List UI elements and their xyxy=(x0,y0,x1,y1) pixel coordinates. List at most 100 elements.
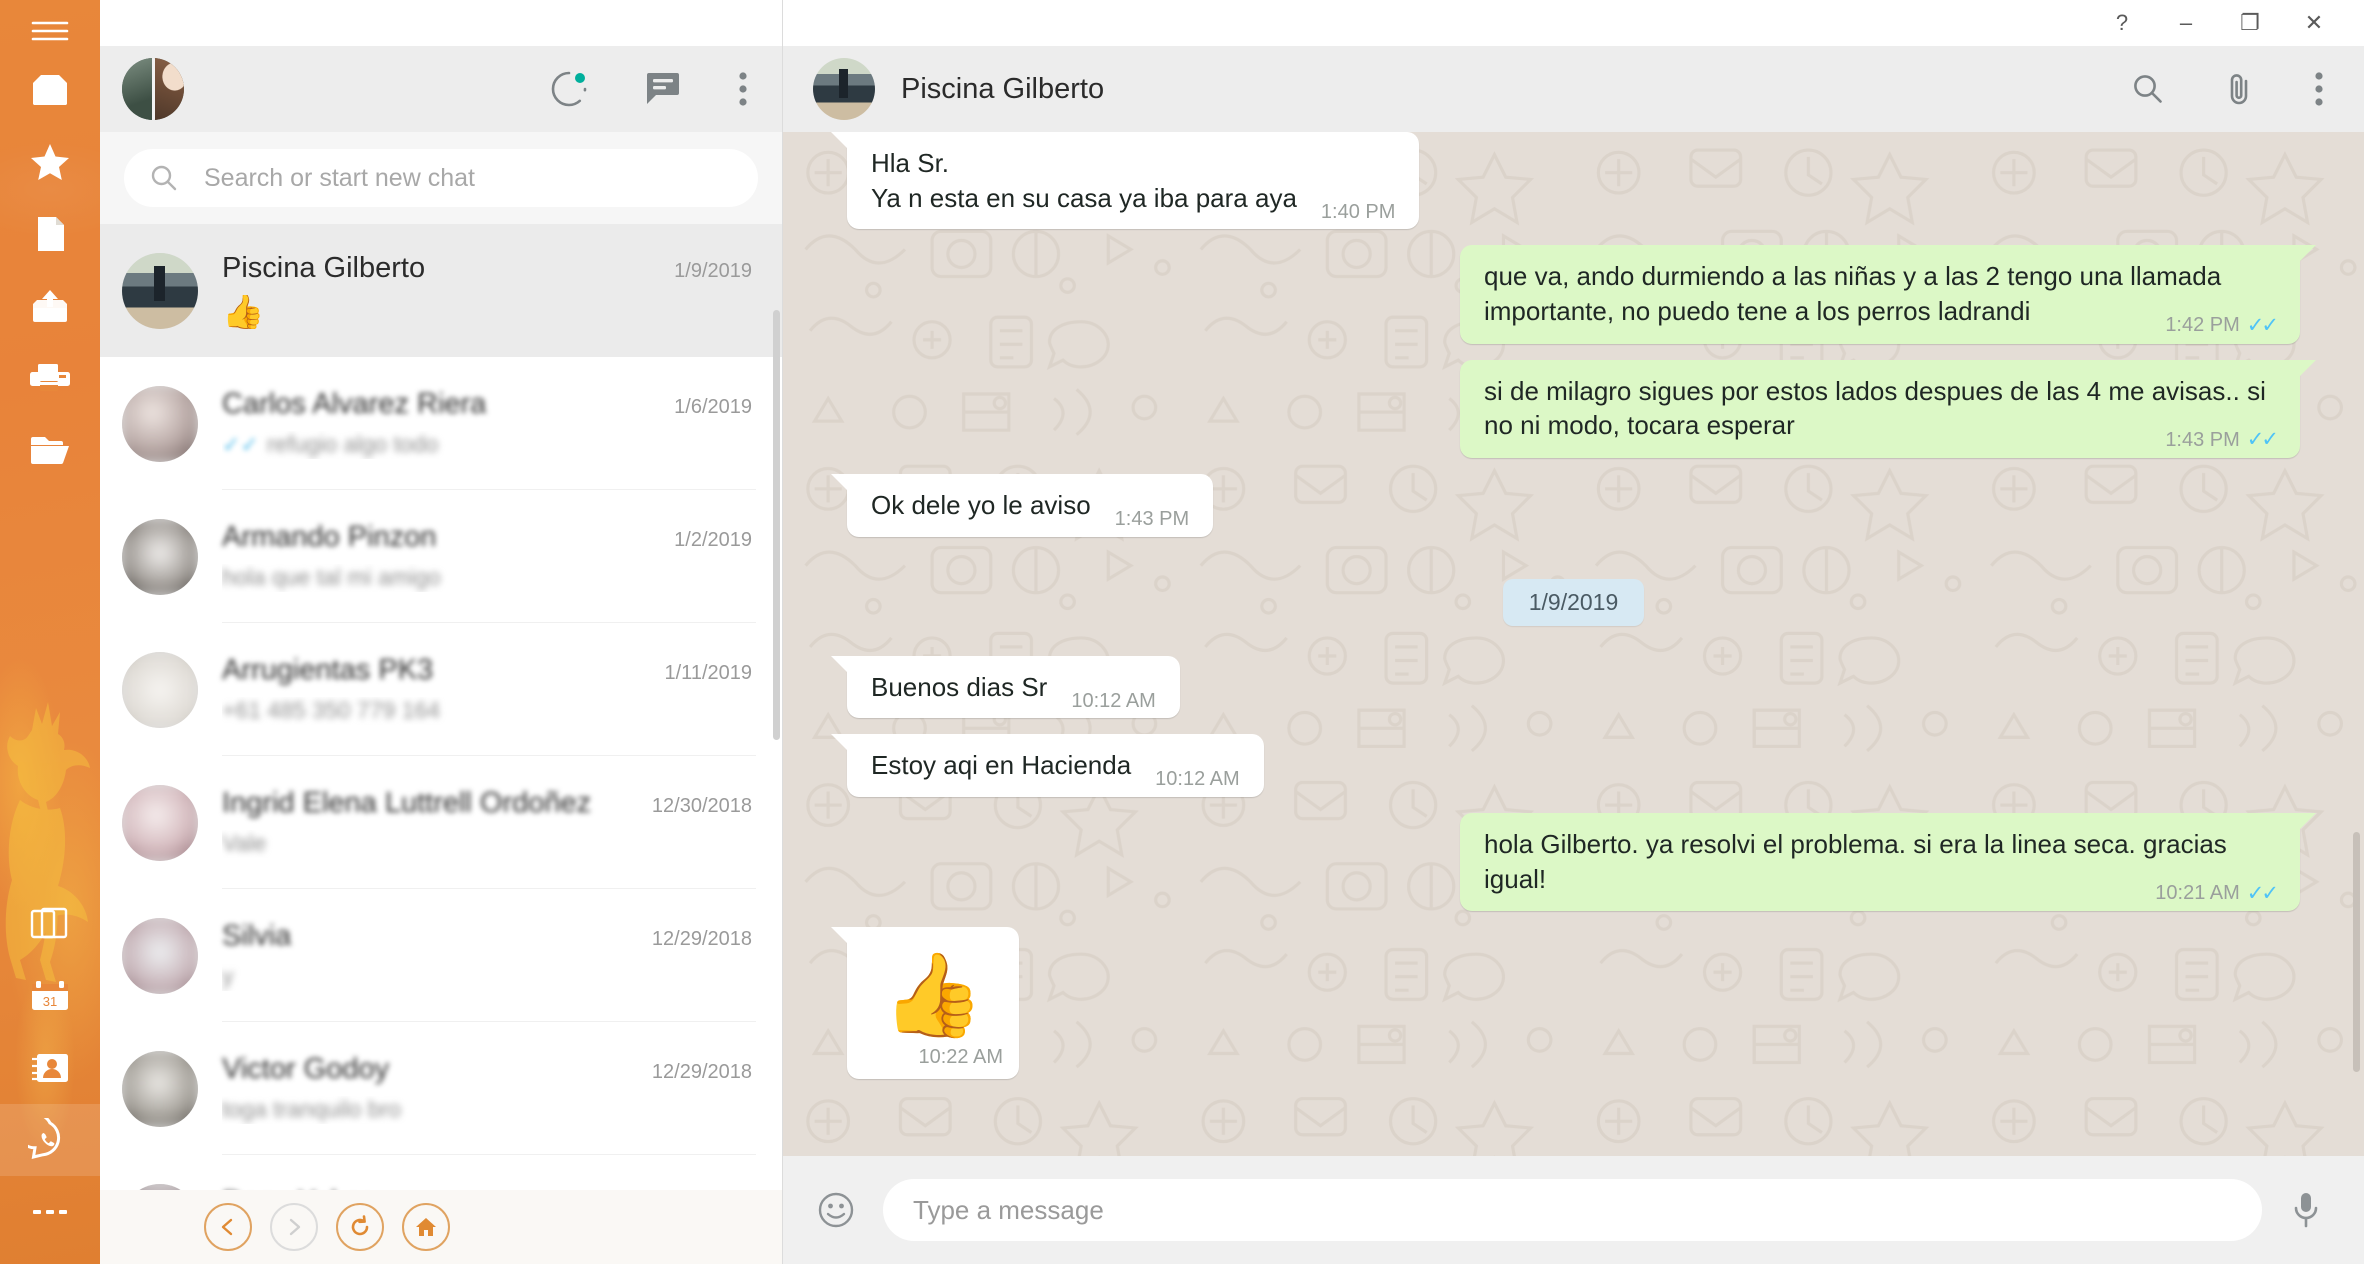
chat-item-meta: Ingrid Elena Luttrell Ordoñez12/30/2018V… xyxy=(222,756,756,889)
chat-item-date: 12/29/2018 xyxy=(638,1061,752,1084)
message-input[interactable] xyxy=(913,1195,2232,1226)
copy-pages-icon[interactable] xyxy=(0,888,100,960)
chat-list-scrollbar[interactable] xyxy=(773,310,780,740)
status-circle-icon[interactable] xyxy=(550,70,588,108)
home-button[interactable] xyxy=(402,1203,450,1251)
message-input-box[interactable] xyxy=(883,1179,2262,1241)
message-row: si de milagro sigues por estos lados des… xyxy=(847,360,2300,459)
conversation-header[interactable]: Piscina Gilberto xyxy=(783,46,2364,132)
folder-icon[interactable] xyxy=(0,414,100,486)
message-text: que va, ando durmiendo a las niñas y a l… xyxy=(1484,261,2221,326)
contact-avatar[interactable] xyxy=(813,58,875,120)
chat-list-item[interactable]: Arrugientas PK31/11/2019+61 485 350 779 … xyxy=(100,623,782,756)
chat-item-preview: toga tranquilo bro xyxy=(222,1096,752,1124)
paperclip-icon[interactable] xyxy=(2224,72,2254,106)
contacts-icon[interactable] xyxy=(0,1032,100,1104)
svg-text:31: 31 xyxy=(43,994,57,1009)
smiley-icon[interactable] xyxy=(817,1191,855,1229)
message-row: que va, ando durmiendo a las niñas y a l… xyxy=(847,245,2300,344)
preview-text: Vale xyxy=(222,830,266,857)
chat-item-meta: Silvia12/29/2018y xyxy=(222,889,756,1022)
search-bar-container xyxy=(100,132,782,224)
chat-list-item[interactable]: Silvia12/29/2018y xyxy=(100,889,782,1022)
message-text: Estoy aqi en Hacienda xyxy=(871,750,1131,780)
chat-item-name: Silvia xyxy=(222,920,291,953)
message-row: Estoy aqi en Hacienda 10:12 AM xyxy=(847,734,2300,797)
chat-item-preview: 👍 xyxy=(222,295,752,329)
message-bubble[interactable]: hola Gilberto. ya resolvi el problema. s… xyxy=(1460,813,2300,912)
refresh-button[interactable] xyxy=(336,1203,384,1251)
chat-list-header xyxy=(100,46,782,132)
chat-item-top-line: Silvia12/29/2018 xyxy=(222,920,752,953)
inbox-icon[interactable] xyxy=(0,54,100,126)
message-bubble[interactable]: Buenos dias Sr10:12 AM xyxy=(847,656,1180,719)
read-receipt-icon: ✓✓ xyxy=(2247,426,2276,454)
chat-avatar xyxy=(122,918,198,994)
search-icon xyxy=(150,164,178,192)
chat-item-date: 1/11/2019 xyxy=(651,662,753,685)
search-box[interactable] xyxy=(124,149,758,207)
help-button[interactable]: ? xyxy=(2090,0,2154,46)
menu-dots-icon[interactable] xyxy=(738,70,748,108)
message-time: 10:12 AM xyxy=(1155,766,1240,793)
more-dots-icon[interactable] xyxy=(0,1176,100,1248)
chat-avatar xyxy=(122,386,198,462)
messages-scrollbar[interactable] xyxy=(2353,832,2360,1072)
calendar-icon[interactable]: 31 xyxy=(0,960,100,1032)
messages-area[interactable]: Hla Sr.Ya n esta en su casa ya iba para … xyxy=(783,132,2364,1156)
message-row: Hla Sr.Ya n esta en su casa ya iba para … xyxy=(847,132,2300,229)
close-button[interactable]: ✕ xyxy=(2282,0,2346,46)
chat-avatar xyxy=(122,519,198,595)
new-chat-icon[interactable] xyxy=(644,71,682,107)
contact-name: Piscina Gilberto xyxy=(901,73,1104,106)
chat-list-item[interactable]: Ingrid Elena Luttrell Ordoñez12/30/2018V… xyxy=(100,756,782,889)
chat-list-item[interactable]: Carlos Alvarez Riera1/6/2019✓✓refugio al… xyxy=(100,357,782,490)
search-input[interactable] xyxy=(204,164,732,193)
note-page-icon[interactable] xyxy=(0,198,100,270)
message-bubble[interactable]: que va, ando durmiendo a las niñas y a l… xyxy=(1460,245,2300,344)
message-bubble[interactable]: Ok dele yo le aviso1:43 PM xyxy=(847,474,1213,537)
search-icon[interactable] xyxy=(2132,73,2164,105)
message-meta: 10:12 AM xyxy=(1155,766,1240,793)
chat-list-panel: Piscina Gilberto1/9/2019👍Carlos Alvarez … xyxy=(100,0,783,1264)
message-row: hola Gilberto. ya resolvi el problema. s… xyxy=(847,813,2300,912)
minimize-button[interactable]: – xyxy=(2154,0,2218,46)
chat-item-date: 1/2/2019 xyxy=(660,529,752,552)
chat-list-item[interactable]: Armando Pinzon1/2/2019hola que tal mi am… xyxy=(100,490,782,623)
message-bubble[interactable]: si de milagro sigues por estos lados des… xyxy=(1460,360,2300,459)
sticker-message[interactable]: 👍10:22 AM xyxy=(847,927,1019,1079)
window-controls-bar: ? – ❐ ✕ xyxy=(783,0,2364,46)
message-meta: 1:40 PM xyxy=(1321,199,1395,226)
chat-item-meta: Piscina Gilberto1/9/2019👍 xyxy=(222,224,756,357)
chat-list[interactable]: Piscina Gilberto1/9/2019👍Carlos Alvarez … xyxy=(100,224,782,1190)
chat-item-name: Carlos Alvarez Riera xyxy=(222,388,486,421)
my-profile-avatar[interactable] xyxy=(122,58,184,120)
chat-list-item[interactable]: Dany Yaker12/27/2018 xyxy=(100,1155,782,1190)
avatar-image xyxy=(122,1184,198,1191)
back-button[interactable] xyxy=(204,1203,252,1251)
chat-item-name: Armando Pinzon xyxy=(222,521,436,554)
chat-item-top-line: Arrugientas PK3 1/11/2019 xyxy=(222,654,752,687)
star-icon[interactable] xyxy=(0,126,100,198)
date-separator: 1/9/2019 xyxy=(847,579,2300,626)
message-composer xyxy=(783,1156,2364,1264)
microphone-icon[interactable] xyxy=(2290,1190,2322,1230)
message-bubble[interactable]: Estoy aqi en Hacienda 10:12 AM xyxy=(847,734,1264,797)
menu-dots-icon[interactable] xyxy=(2314,70,2324,108)
outbox-upload-icon[interactable] xyxy=(0,270,100,342)
message-meta: 1:43 PM✓✓ xyxy=(2165,426,2276,454)
chat-item-preview: ✓✓refugio algo todo xyxy=(222,431,752,459)
chat-list-item[interactable]: Piscina Gilberto1/9/2019👍 xyxy=(100,224,782,357)
printer-icon[interactable] xyxy=(0,342,100,414)
chat-item-name: Arrugientas PK3 xyxy=(222,654,433,687)
whatsapp-icon[interactable] xyxy=(0,1104,100,1176)
message-time: 10:21 AM xyxy=(2155,880,2240,907)
message-bubble[interactable]: Hla Sr.Ya n esta en su casa ya iba para … xyxy=(847,132,1419,229)
hamburger-menu-icon[interactable] xyxy=(0,8,100,54)
message-text: hola Gilberto. ya resolvi el problema. s… xyxy=(1484,829,2227,894)
chat-item-top-line: Armando Pinzon 1/2/2019 xyxy=(222,521,752,554)
chat-list-item[interactable]: Victor Godoy12/29/2018toga tranquilo bro xyxy=(100,1022,782,1155)
restore-button[interactable]: ❐ xyxy=(2218,0,2282,46)
message-row: Buenos dias Sr10:12 AM xyxy=(847,656,2300,719)
chat-item-date: 1/9/2019 xyxy=(660,260,752,283)
